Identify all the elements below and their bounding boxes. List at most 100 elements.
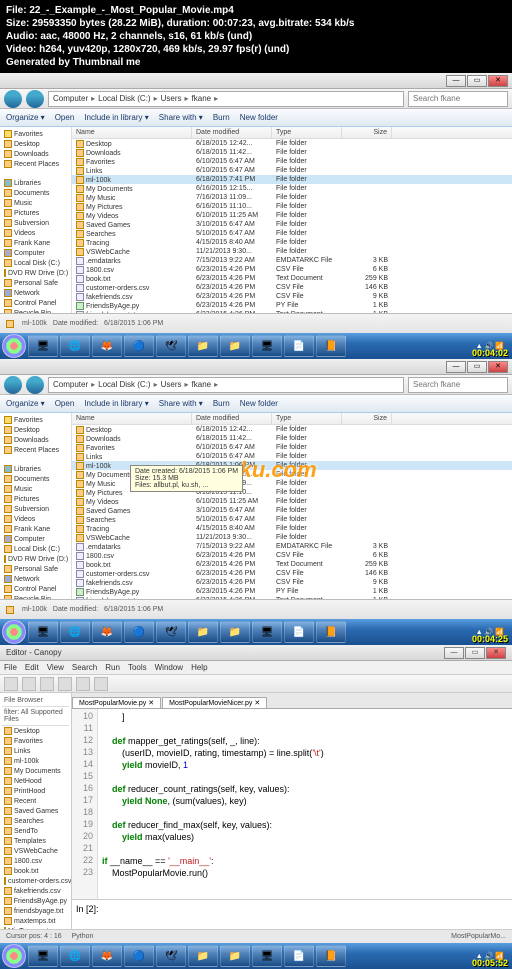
share-button[interactable]: Share with ▾ bbox=[159, 113, 203, 122]
include-button[interactable]: Include in library ▾ bbox=[84, 399, 149, 408]
taskbar-app[interactable]: 🌐 bbox=[60, 945, 90, 967]
file-filter[interactable]: filter: All Supported Files bbox=[2, 707, 69, 726]
file-row[interactable]: Tracing4/15/2015 8:40 AMFile folder bbox=[72, 524, 512, 533]
file-row[interactable]: fakefriends.csv6/23/2015 4:26 PMCSV File… bbox=[72, 578, 512, 587]
menu-search[interactable]: Search bbox=[72, 663, 97, 672]
menu-edit[interactable]: Edit bbox=[25, 663, 39, 672]
newfolder-button[interactable]: New folder bbox=[240, 399, 278, 408]
file-row[interactable]: Saved Games3/10/2015 6:47 AMFile folder bbox=[72, 220, 512, 229]
newfolder-button[interactable]: New folder bbox=[240, 113, 278, 122]
taskbar-app[interactable]: 🔵 bbox=[124, 621, 154, 643]
tree-item[interactable] bbox=[2, 455, 69, 464]
taskbar-app[interactable]: 🖥 bbox=[28, 335, 58, 357]
toolbar-icon[interactable] bbox=[76, 677, 90, 691]
back-button[interactable] bbox=[4, 376, 22, 394]
file-row[interactable]: My Music7/16/2013 11:09...File folder bbox=[72, 193, 512, 202]
col-type[interactable]: Type bbox=[272, 127, 342, 138]
organize-button[interactable]: Organize ▾ bbox=[6, 399, 45, 408]
file-row[interactable]: book.txt6/23/2015 4:26 PMText Document25… bbox=[72, 274, 512, 283]
taskbar-app[interactable]: 📁 bbox=[220, 621, 250, 643]
file-row[interactable]: My Videos6/10/2015 11:25 AMFile folder bbox=[72, 497, 512, 506]
tree-item[interactable]: Downloads bbox=[2, 149, 69, 159]
taskbar-app[interactable]: 🖥 bbox=[252, 945, 282, 967]
tree-item[interactable]: Personal Safe bbox=[2, 564, 69, 574]
file-row[interactable]: fakefriends.csv6/23/2015 4:26 PMCSV File… bbox=[72, 292, 512, 301]
menu-file[interactable]: File bbox=[4, 663, 17, 672]
breadcrumb[interactable]: Computer▸ Local Disk (C:)▸ Users▸ fkane▸ bbox=[48, 377, 404, 393]
editor-tabs[interactable]: MostPopularMovie.py ✕MostPopularMovieNic… bbox=[72, 693, 512, 709]
tree-item[interactable]: Favorites bbox=[2, 415, 69, 425]
tree-item[interactable]: Network bbox=[2, 574, 69, 584]
tree-item[interactable]: Searches bbox=[2, 816, 69, 826]
file-row[interactable]: Searches5/10/2015 6:47 AMFile folder bbox=[72, 515, 512, 524]
file-browser[interactable]: File Browser filter: All Supported Files… bbox=[0, 693, 72, 929]
toolbar-icon[interactable] bbox=[40, 677, 54, 691]
share-button[interactable]: Share with ▾ bbox=[159, 399, 203, 408]
tree-item[interactable]: Local Disk (C:) bbox=[2, 258, 69, 268]
tree-item[interactable]: book.txt bbox=[2, 866, 69, 876]
bc-1[interactable]: Local Disk (C:) bbox=[98, 94, 150, 103]
include-button[interactable]: Include in library ▾ bbox=[84, 113, 149, 122]
tree-item[interactable]: Desktop bbox=[2, 139, 69, 149]
tree-item[interactable]: SendTo bbox=[2, 826, 69, 836]
tree-item[interactable]: Personal Safe bbox=[2, 278, 69, 288]
forward-button[interactable] bbox=[26, 376, 44, 394]
burn-button[interactable]: Burn bbox=[213, 399, 230, 408]
tree-item[interactable]: Local Disk (C:) bbox=[2, 544, 69, 554]
editor-titlebar[interactable]: Editor - Canopy — ▭ ✕ bbox=[0, 645, 512, 661]
tree-item[interactable]: ml-100k bbox=[2, 756, 69, 766]
tree-item[interactable]: Recycle Bin bbox=[2, 308, 69, 313]
col-date[interactable]: Date modified bbox=[192, 127, 272, 138]
taskbar-app[interactable]: 📙 bbox=[316, 621, 346, 643]
back-button[interactable] bbox=[4, 90, 22, 108]
taskbar-app[interactable]: 🕊 bbox=[156, 621, 186, 643]
toolbar-icon[interactable] bbox=[22, 677, 36, 691]
tree-item[interactable]: Desktop bbox=[2, 425, 69, 435]
code-content[interactable]: ] def mapper_get_ratings(self, _, line):… bbox=[98, 709, 512, 899]
close-button[interactable]: ✕ bbox=[488, 361, 508, 373]
tree-item[interactable]: PrintHood bbox=[2, 786, 69, 796]
taskbar-app[interactable]: 🌐 bbox=[60, 621, 90, 643]
col-name[interactable]: Name bbox=[72, 127, 192, 138]
menu-run[interactable]: Run bbox=[105, 663, 120, 672]
taskbar-3[interactable]: 🖥🌐🦊🔵🕊📁📁🖥📄📙 ▲ 🔊 📶 00:05:52 bbox=[0, 943, 512, 969]
taskbar-2[interactable]: 🖥🌐🦊🔵🕊📁📁🖥📄📙 ▲ 🔊 📶 00:04:25 bbox=[0, 619, 512, 645]
menu-help[interactable]: Help bbox=[191, 663, 207, 672]
taskbar-app[interactable]: 🦊 bbox=[92, 621, 122, 643]
tree-item[interactable]: friendsbyage.txt bbox=[2, 906, 69, 916]
organize-button[interactable]: Organize ▾ bbox=[6, 113, 45, 122]
file-row[interactable]: friendsbyage.txt6/23/2015 4:26 PMText Do… bbox=[72, 310, 512, 313]
tree-item[interactable]: Pictures bbox=[2, 494, 69, 504]
taskbar-app[interactable]: 📄 bbox=[284, 945, 314, 967]
tree-item[interactable]: Music bbox=[2, 484, 69, 494]
tree-item[interactable]: DVD RW Drive (D:) bbox=[2, 268, 69, 278]
burn-button[interactable]: Burn bbox=[213, 113, 230, 122]
tree-item[interactable]: Frank Kane bbox=[2, 238, 69, 248]
tree-item[interactable]: Libraries bbox=[2, 178, 69, 188]
tree-item[interactable]: Recent Places bbox=[2, 445, 69, 455]
taskbar-app[interactable]: 📙 bbox=[316, 945, 346, 967]
minimize-button[interactable]: — bbox=[446, 75, 466, 87]
tree-item[interactable]: NetHood bbox=[2, 776, 69, 786]
file-row[interactable]: FriendsByAge.py6/23/2015 4:26 PMPY File1… bbox=[72, 587, 512, 596]
tree-item[interactable]: Libraries bbox=[2, 464, 69, 474]
tree-item[interactable]: Videos bbox=[2, 514, 69, 524]
col-size[interactable]: Size bbox=[342, 127, 392, 138]
search-input[interactable] bbox=[408, 91, 508, 107]
taskbar-app[interactable]: 📁 bbox=[188, 621, 218, 643]
tree-item[interactable]: Recycle Bin bbox=[2, 594, 69, 599]
start-button[interactable] bbox=[2, 944, 26, 968]
search-input[interactable] bbox=[408, 377, 508, 393]
file-row[interactable]: book.txt6/23/2015 4:26 PMText Document25… bbox=[72, 560, 512, 569]
toolbar-icon[interactable] bbox=[94, 677, 108, 691]
file-list[interactable]: Name Date modified Type Size Desktop6/18… bbox=[72, 127, 512, 313]
tree-item[interactable]: customer-orders.csv bbox=[2, 876, 69, 886]
file-row[interactable]: Downloads6/18/2015 11:42...File folder bbox=[72, 434, 512, 443]
file-row[interactable]: Favorites6/10/2015 6:47 AMFile folder bbox=[72, 157, 512, 166]
tree-item[interactable]: Computer bbox=[2, 248, 69, 258]
taskbar-app[interactable]: 🦊 bbox=[92, 335, 122, 357]
nav-tree[interactable]: FavoritesDesktopDownloadsRecent Places L… bbox=[0, 127, 72, 313]
tree-item[interactable]: FriendsByAge.py bbox=[2, 896, 69, 906]
file-row[interactable]: Desktop6/18/2015 12:42...File folder bbox=[72, 139, 512, 148]
start-button[interactable] bbox=[2, 334, 26, 358]
